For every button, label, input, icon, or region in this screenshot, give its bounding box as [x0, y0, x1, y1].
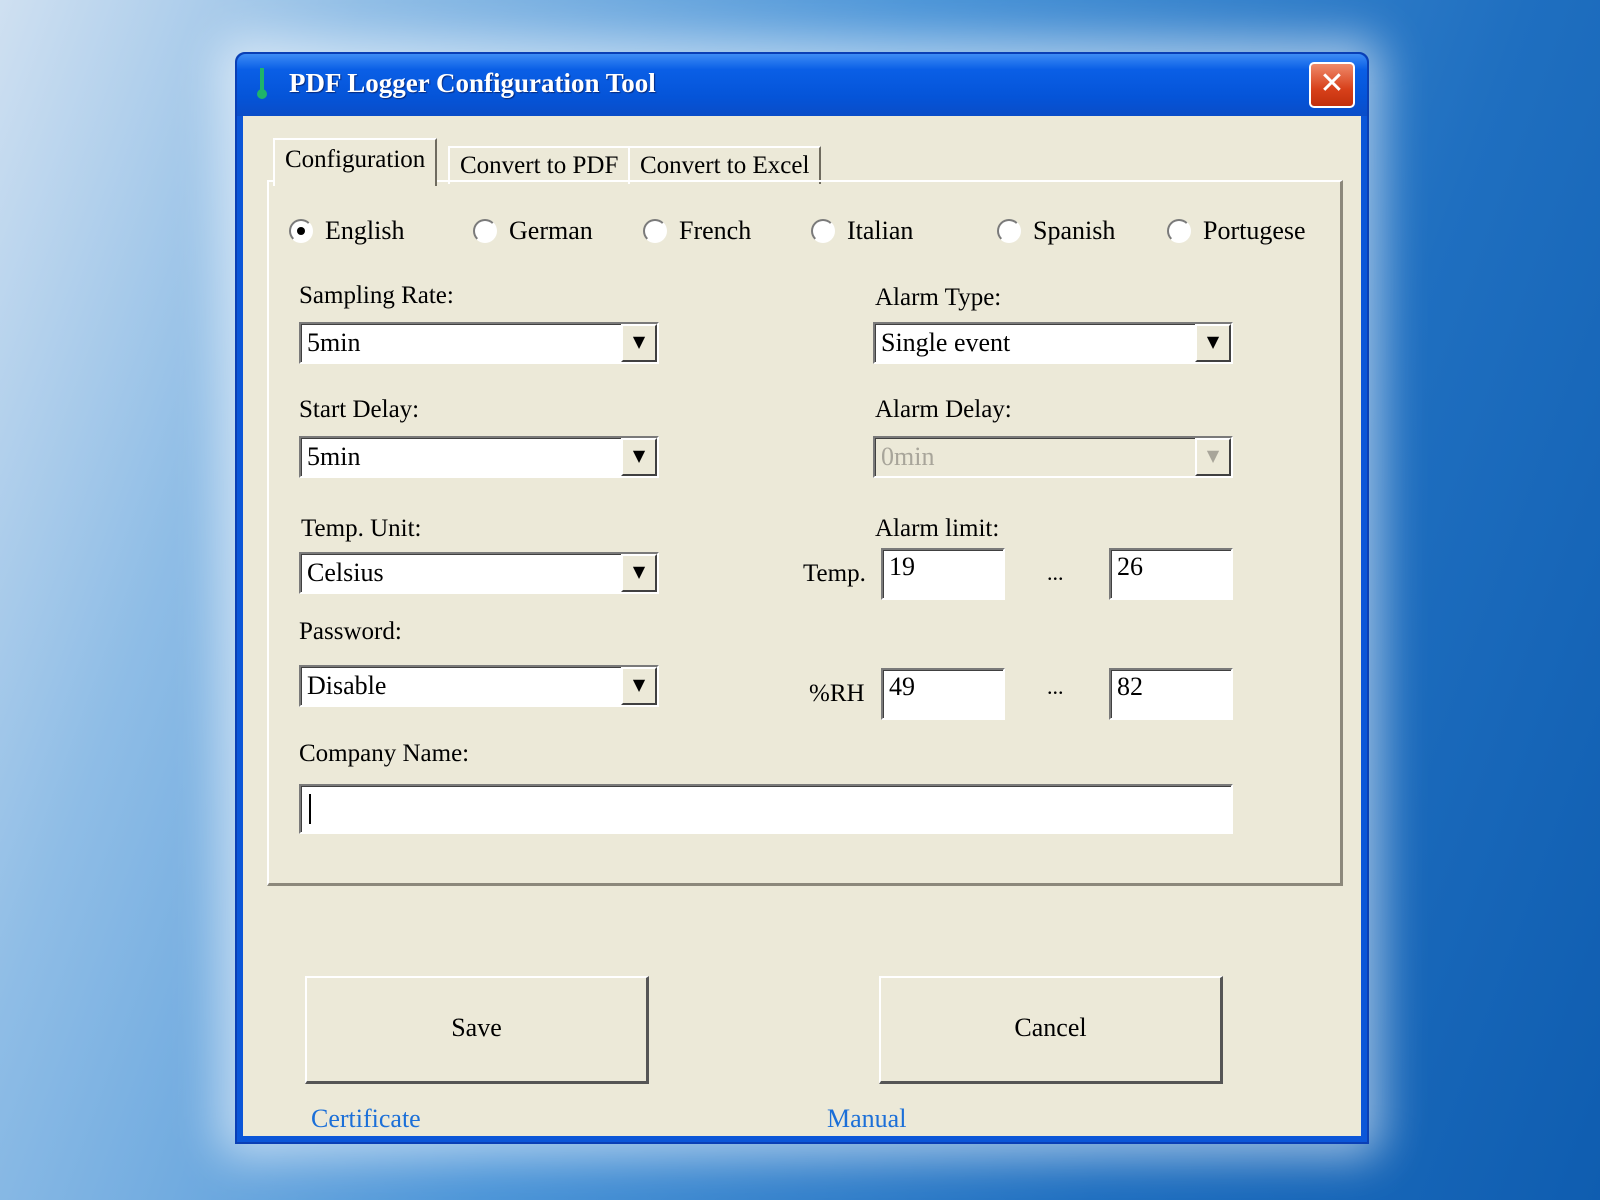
radio-label: Italian [847, 216, 914, 245]
input-value: 82 [1117, 672, 1143, 701]
radio-button[interactable] [643, 219, 667, 243]
start-delay-label: Start Delay: [299, 396, 420, 423]
input-value: 49 [889, 672, 915, 701]
sampling-rate-select[interactable]: 5min ▼ [299, 322, 659, 364]
dialog-client-area: Configuration Convert to PDF Convert to … [243, 116, 1361, 1136]
sampling-rate-label: Sampling Rate: [299, 282, 454, 309]
password-label: Password: [299, 618, 402, 645]
radio-spanish[interactable]: Spanish [997, 216, 1115, 246]
temp-limit-label: Temp. [803, 560, 866, 587]
rh-high-input[interactable]: 82 [1109, 668, 1233, 720]
select-value: 5min [307, 328, 361, 357]
chevron-down-icon[interactable]: ▼ [621, 667, 657, 705]
tab-label: Configuration [285, 146, 426, 173]
temp-unit-select[interactable]: Celsius ▼ [299, 552, 659, 594]
rh-limit-label: %RH [809, 680, 865, 707]
radio-button[interactable] [997, 219, 1021, 243]
save-button[interactable]: Save [305, 976, 649, 1084]
radio-button[interactable] [473, 219, 497, 243]
alarm-delay-label: Alarm Delay: [875, 396, 1012, 423]
manual-link[interactable]: Manual [827, 1104, 906, 1134]
radio-german[interactable]: German [473, 216, 593, 246]
tab-label: Convert to PDF [460, 152, 619, 179]
tab-convert-to-excel[interactable]: Convert to Excel [628, 146, 822, 184]
close-button[interactable]: ✕ [1309, 62, 1355, 108]
temp-high-input[interactable]: 26 [1109, 548, 1233, 600]
certificate-link[interactable]: Certificate [311, 1104, 421, 1134]
input-value: 26 [1117, 552, 1143, 581]
alarm-limit-label: Alarm limit: [875, 515, 1000, 542]
cancel-button[interactable]: Cancel [879, 976, 1223, 1084]
start-delay-select[interactable]: 5min ▼ [299, 436, 659, 478]
radio-english[interactable]: English [289, 216, 404, 246]
text-caret [309, 794, 311, 824]
tab-convert-to-pdf[interactable]: Convert to PDF [448, 146, 631, 184]
temp-unit-label: Temp. Unit: [301, 515, 422, 542]
range-separator: ... [1047, 674, 1064, 699]
configuration-panel: English German French Italian Spanish Po… [267, 180, 1343, 886]
input-value: 19 [889, 552, 915, 581]
alarm-type-label: Alarm Type: [875, 284, 1002, 311]
radio-label: English [325, 216, 405, 245]
app-window: PDF Logger Configuration Tool ✕ Configur… [235, 52, 1369, 1144]
chevron-down-icon[interactable]: ▼ [1195, 324, 1231, 362]
chevron-down-icon[interactable]: ▼ [621, 324, 657, 362]
thermometer-icon [257, 68, 267, 99]
chevron-down-icon: ▼ [1195, 438, 1231, 476]
radio-button[interactable] [289, 219, 313, 243]
radio-button[interactable] [811, 219, 835, 243]
cancel-button-label: Cancel [1014, 1013, 1087, 1042]
alarm-type-select[interactable]: Single event ▼ [873, 322, 1233, 364]
tab-label: Convert to Excel [640, 152, 810, 179]
temp-low-input[interactable]: 19 [881, 548, 1005, 600]
radio-portugese[interactable]: Portugese [1167, 216, 1306, 246]
window-title: PDF Logger Configuration Tool [289, 68, 656, 98]
close-icon: ✕ [1319, 66, 1345, 101]
password-select[interactable]: Disable ▼ [299, 665, 659, 707]
tab-configuration[interactable]: Configuration [273, 138, 438, 186]
radio-italian[interactable]: Italian [811, 216, 913, 246]
select-value: 5min [307, 442, 361, 471]
range-separator: ... [1047, 560, 1064, 585]
chevron-down-icon[interactable]: ▼ [621, 438, 657, 476]
title-bar[interactable]: PDF Logger Configuration Tool ✕ [237, 54, 1367, 116]
rh-low-input[interactable]: 49 [881, 668, 1005, 720]
select-value: Single event [881, 328, 1011, 357]
chevron-down-icon[interactable]: ▼ [621, 554, 657, 592]
company-name-input[interactable] [299, 784, 1233, 834]
radio-label: Portugese [1203, 216, 1306, 245]
save-button-label: Save [451, 1013, 502, 1042]
radio-button[interactable] [1167, 219, 1191, 243]
radio-label: Spanish [1033, 216, 1116, 245]
radio-label: French [679, 216, 752, 245]
radio-label: German [509, 216, 593, 245]
select-value: 0min [881, 442, 935, 471]
select-value: Celsius [307, 558, 384, 587]
radio-french[interactable]: French [643, 216, 751, 246]
company-name-label: Company Name: [299, 740, 470, 767]
alarm-delay-select: 0min ▼ [873, 436, 1233, 478]
select-value: Disable [307, 671, 387, 700]
